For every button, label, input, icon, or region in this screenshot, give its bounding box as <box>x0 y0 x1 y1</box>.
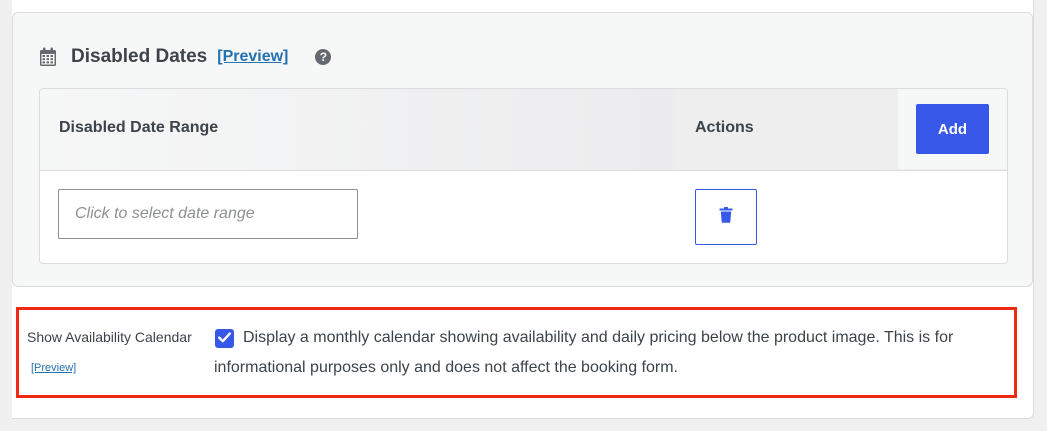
column-header-date-range: Disabled Date Range <box>59 119 219 136</box>
availability-checkbox[interactable] <box>215 329 234 348</box>
table-header: Disabled Date Range Actions Add <box>40 89 1007 171</box>
preview-link[interactable]: [Preview] <box>217 48 288 66</box>
date-range-input[interactable] <box>58 189 358 239</box>
add-button[interactable]: Add <box>916 104 989 154</box>
disabled-dates-panel: Disabled Dates [Preview] ? Disabled Date… <box>12 12 1033 287</box>
availability-description: Display a monthly calendar showing avail… <box>214 329 954 376</box>
disabled-dates-table: Disabled Date Range Actions Add <box>39 88 1008 264</box>
availability-calendar-setting: Show Availability Calendar [Preview] Dis… <box>16 307 1017 398</box>
trash-icon <box>719 206 733 228</box>
availability-label-text: Show Availability Calendar <box>27 329 192 345</box>
calendar-icon <box>39 47 59 67</box>
checkmark-icon <box>218 330 231 348</box>
availability-label: Show Availability Calendar [Preview] <box>27 323 202 383</box>
column-header-actions: Actions <box>695 119 754 136</box>
section-heading: Disabled Dates [Preview] ? <box>39 43 332 71</box>
section-title: Disabled Dates <box>71 46 208 67</box>
question-circle-icon[interactable]: ? <box>315 49 332 65</box>
availability-preview-link[interactable]: [Preview] <box>31 362 76 374</box>
delete-button[interactable] <box>695 189 757 245</box>
